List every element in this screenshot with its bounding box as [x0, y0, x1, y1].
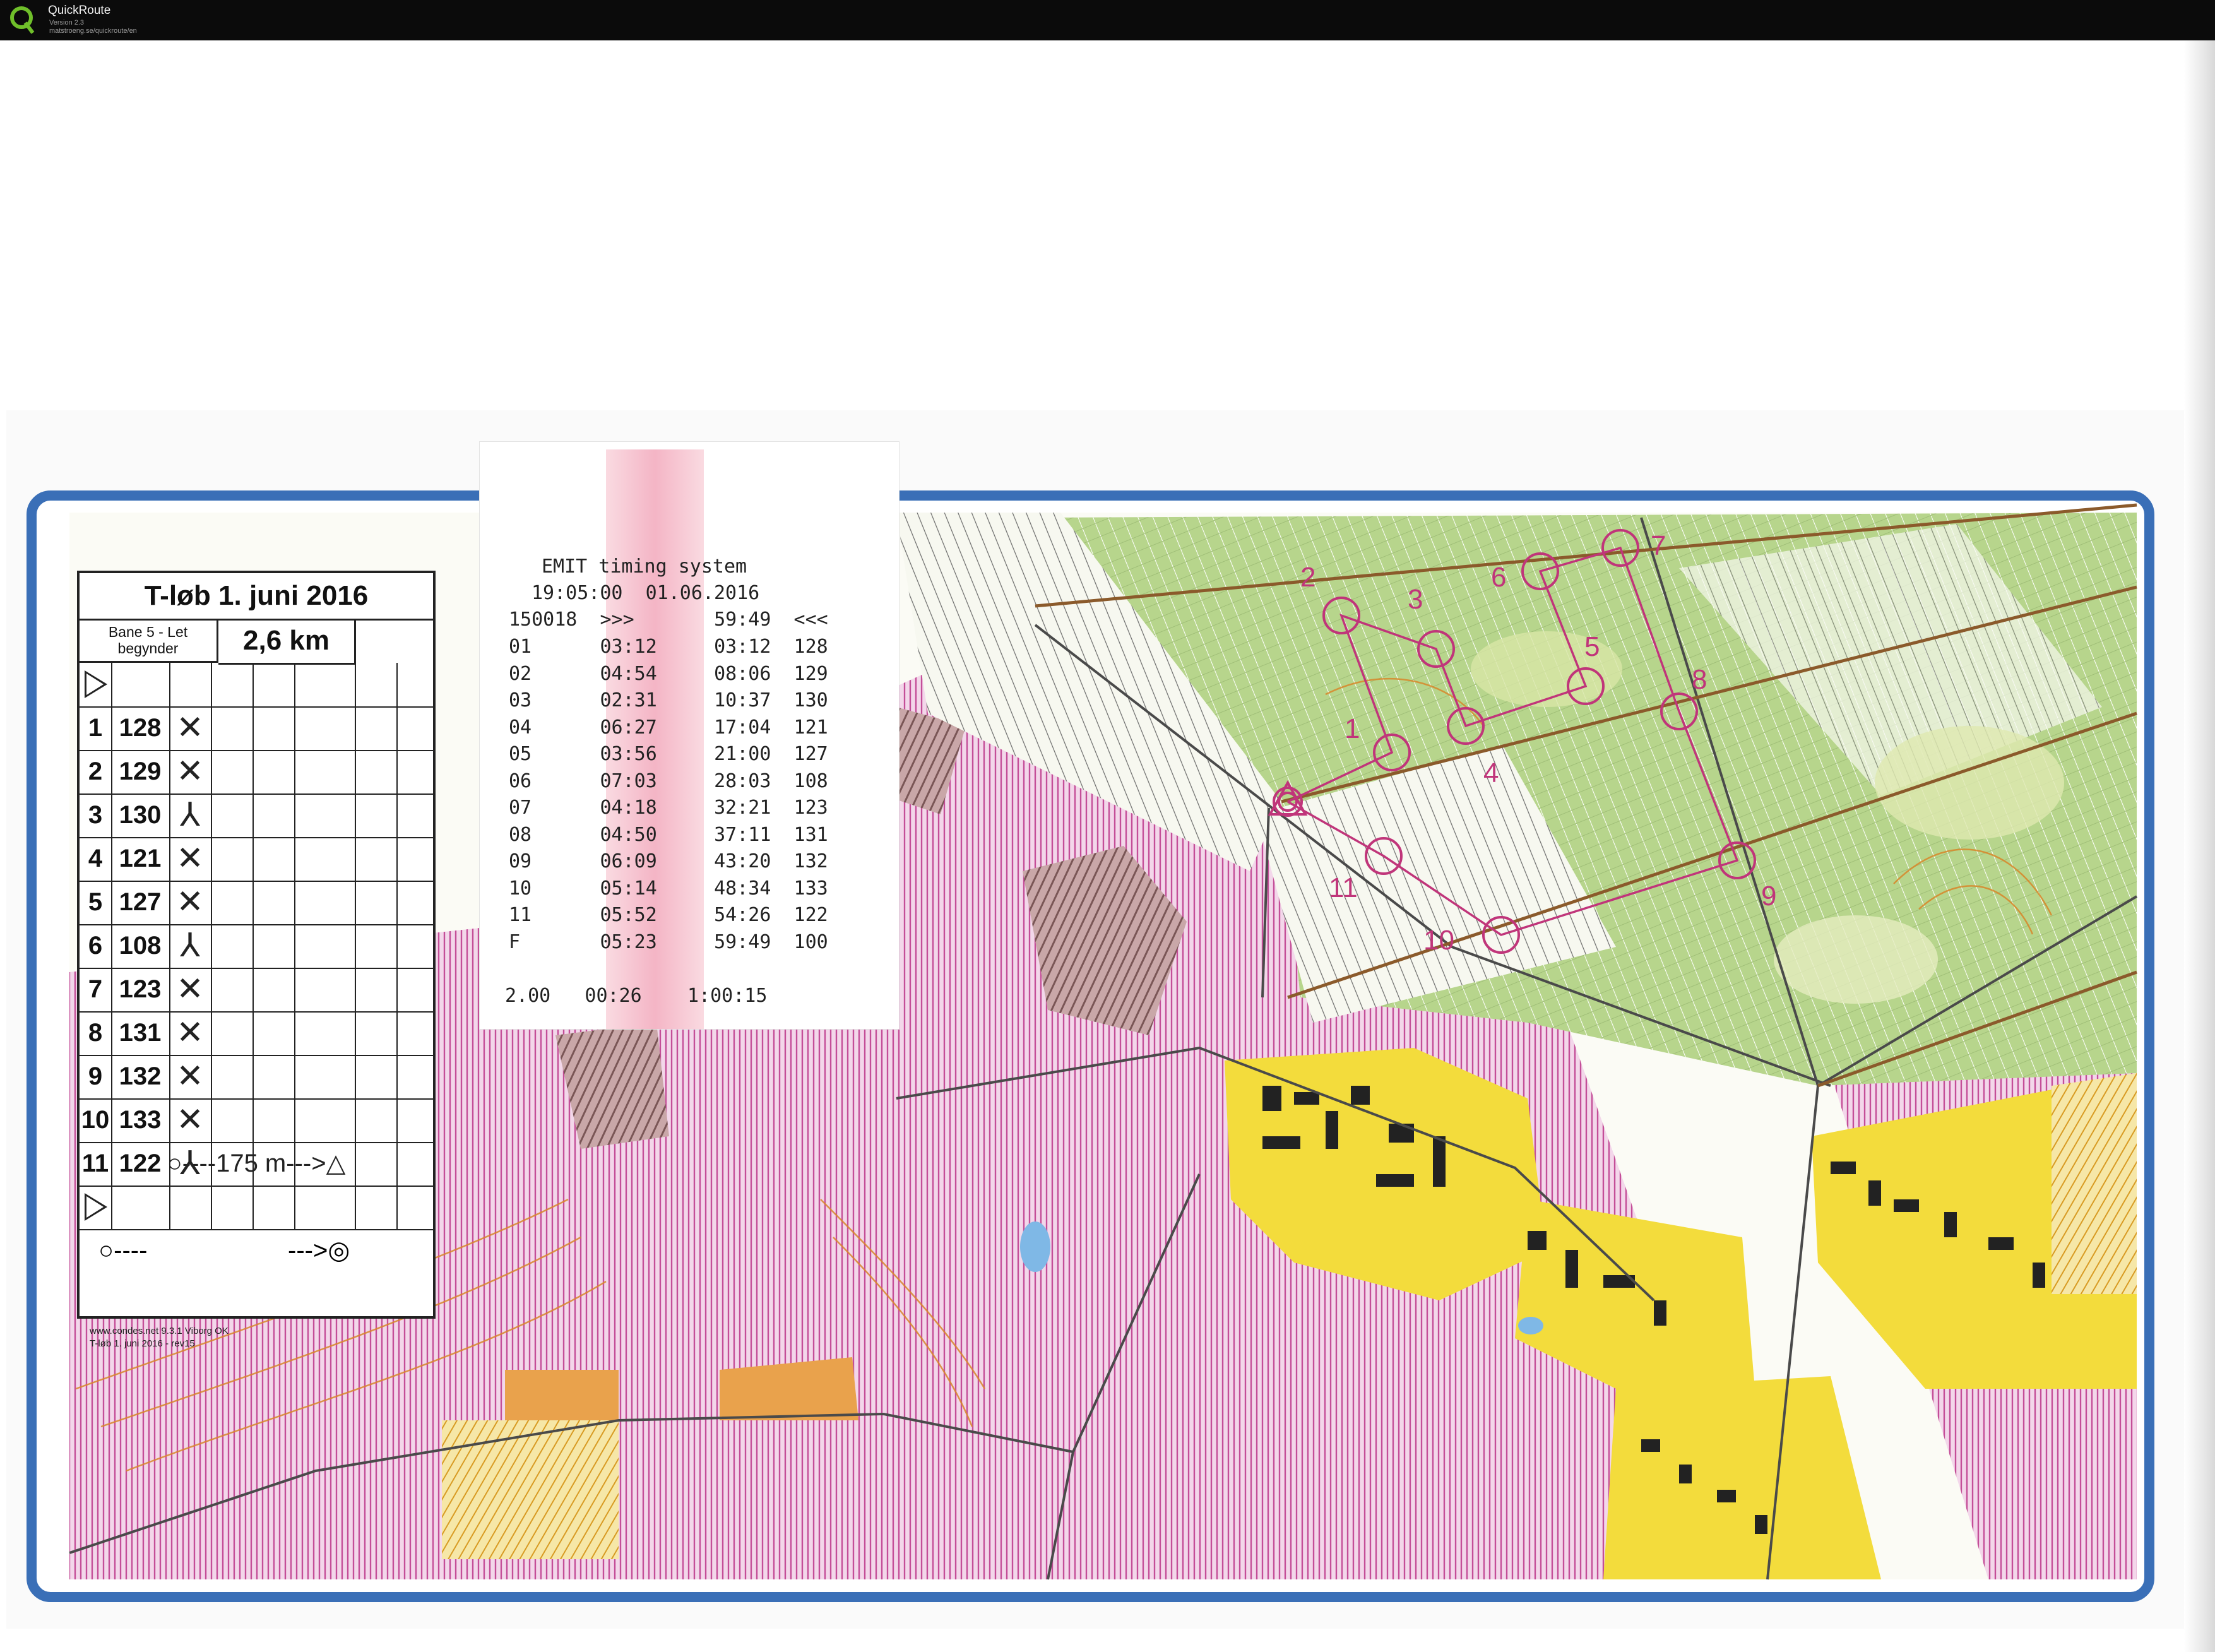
emit-split-row: 04 06:27 17:04 121 — [509, 716, 828, 739]
control-number-5: 5 — [1584, 631, 1600, 662]
rough-yellow-e — [2052, 1073, 2137, 1294]
control-number: 2 — [80, 750, 112, 793]
town-yellow-5 — [505, 1370, 619, 1420]
control-number: 4 — [80, 837, 112, 881]
card-title: T-løb 1. juni 2016 — [80, 573, 433, 621]
emit-datetime: 19:05:00 01.06.2016 — [531, 582, 760, 604]
emit-footer: 2.00 00:26 1:00:15 — [505, 985, 768, 1007]
control-number-9: 9 — [1761, 881, 1777, 912]
control-number: 6 — [80, 924, 112, 968]
course-length: 2,6 km — [218, 619, 356, 665]
control-symbol: ✕ — [169, 750, 212, 793]
card-footer-2: T-løb 1. juni 2016 - rev15 — [90, 1338, 195, 1349]
green-patch-2 — [1875, 726, 2064, 840]
control-number-7: 7 — [1651, 530, 1666, 561]
start-row — [80, 663, 433, 708]
emit-split-row: 01 03:12 03:12 128 — [509, 636, 828, 658]
control-number-4: 4 — [1483, 758, 1499, 788]
control-number-1: 1 — [1345, 713, 1360, 744]
control-number: 5 — [80, 881, 112, 924]
control-row: 1 128 ✕ — [80, 706, 433, 751]
emit-header: 150018 >>> 59:49 <<< — [509, 609, 828, 631]
emit-split-row: 09 06:09 43:20 132 — [509, 850, 828, 872]
control-code: 108 — [111, 924, 170, 968]
control-symbol: ✕ — [169, 706, 212, 750]
start-triangle-icon — [85, 670, 107, 698]
start-triangle-icon — [85, 1193, 107, 1221]
control-row: 7 123 ✕ — [80, 968, 433, 1013]
control-number: 8 — [80, 1011, 112, 1055]
course-name-line1: Bane 5 - Let — [108, 624, 188, 640]
control-number-10: 10 — [1423, 925, 1454, 956]
control-number-3: 3 — [1408, 584, 1423, 615]
control-number-6: 6 — [1491, 562, 1507, 593]
course-name-line2: begynder — [117, 640, 179, 657]
control-symbol: ✕ — [169, 1098, 212, 1142]
control-code: 131 — [111, 1011, 170, 1055]
emit-split-row: 03 02:31 10:37 130 — [509, 689, 828, 711]
control-code: 129 — [111, 750, 170, 793]
control-number: 10 — [80, 1098, 112, 1142]
control-symbol: ✕ — [169, 837, 212, 881]
emit-split-row: 10 05:14 48:34 133 — [509, 877, 828, 900]
finish-row: ○----175 m--->△ — [80, 1142, 433, 1187]
finish-right: --->◎ — [288, 1237, 350, 1264]
emit-split-row: F 05:23 59:49 100 — [509, 930, 828, 953]
control-code: 121 — [111, 837, 170, 881]
control-code: 123 — [111, 968, 170, 1011]
emit-split-row: 02 04:54 08:06 129 — [509, 662, 828, 685]
control-number: 7 — [80, 968, 112, 1011]
finish-left: ○---- — [98, 1237, 148, 1264]
finish-distance: ○----175 m--->△ — [167, 1150, 346, 1177]
control-symbol: ✕ — [169, 1055, 212, 1098]
control-row: 3 130 ⅄ — [80, 793, 433, 838]
control-number: 1 — [80, 706, 112, 750]
green-patch-3 — [1774, 915, 1938, 1004]
control-code: 128 — [111, 706, 170, 750]
control-code: 130 — [111, 793, 170, 837]
emit-split-row: 07 04:18 32:21 123 — [509, 797, 828, 819]
start-cell — [80, 663, 112, 706]
emit-split-row: 06 07:03 28:03 108 — [509, 770, 828, 792]
control-row: 5 127 ✕ — [80, 881, 433, 925]
control-card: T-løb 1. juni 2016 Bane 5 - Let begynder… — [77, 571, 436, 1319]
control-symbol: ✕ — [169, 881, 212, 924]
control-number-11: 11 — [1329, 872, 1358, 903]
control-number: 3 — [80, 793, 112, 837]
control-code: 127 — [111, 881, 170, 924]
emit-split-row: 05 03:56 21:00 127 — [509, 743, 828, 765]
course-name: Bane 5 - Let begynder — [80, 619, 218, 663]
control-row: 2 129 ✕ — [80, 750, 433, 795]
control-code: 133 — [111, 1098, 170, 1142]
extra-start-row — [80, 1186, 433, 1230]
control-number-2: 2 — [1300, 562, 1316, 593]
control-code: 132 — [111, 1055, 170, 1098]
lake-2 — [1518, 1317, 1543, 1334]
emit-title: EMIT timing system — [542, 556, 747, 578]
control-row: 8 131 ✕ — [80, 1011, 433, 1056]
finish-symbol-row: ○---- --->◎ — [80, 1229, 433, 1273]
control-symbol: ✕ — [169, 968, 212, 1011]
control-row: 4 121 ✕ — [80, 837, 433, 882]
control-row: 10 133 ✕ — [80, 1098, 433, 1143]
control-row: 6 108 ⅄ — [80, 924, 433, 969]
control-row: 9 132 ✕ — [80, 1055, 433, 1100]
emit-split-row: 11 05:52 54:26 122 — [509, 904, 828, 926]
lake-1 — [1020, 1221, 1050, 1272]
control-number-8: 8 — [1692, 664, 1707, 695]
card-footer-1: www.condes.net 9.3.1 Viborg OK — [90, 1326, 229, 1336]
control-symbol: ⅄ — [169, 924, 212, 968]
control-symbol: ✕ — [169, 1011, 212, 1055]
emit-split-row: 08 04:50 37:11 131 — [509, 823, 828, 846]
control-symbol: ⅄ — [169, 793, 212, 837]
rough-yellow-sw — [442, 1420, 619, 1559]
control-number: 9 — [80, 1055, 112, 1098]
